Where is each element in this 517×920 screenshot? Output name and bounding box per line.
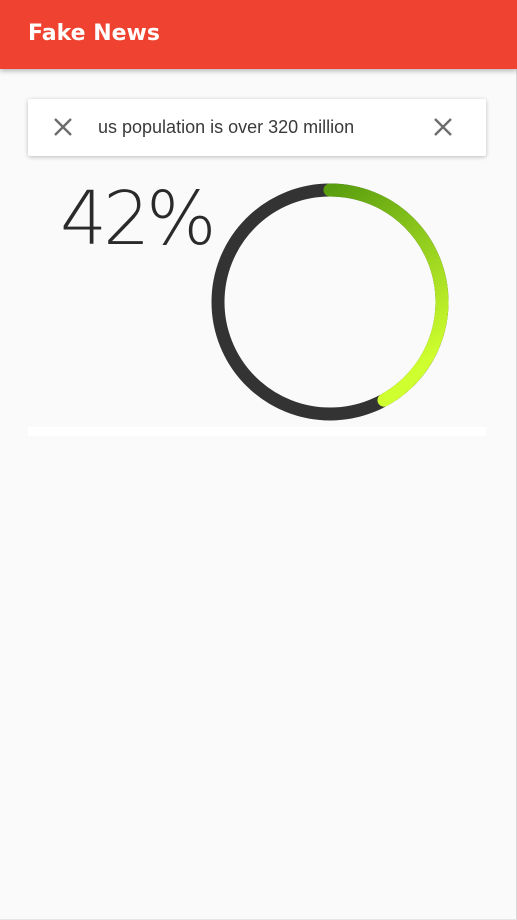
search-query-text[interactable]: us population is over 320 million xyxy=(98,99,418,156)
probability-gauge xyxy=(211,183,449,421)
app-title: Fake News xyxy=(28,21,160,46)
gauge-fill xyxy=(323,183,449,407)
result-divider xyxy=(28,427,486,436)
clear-search-icon[interactable] xyxy=(429,113,457,141)
app-bar: Fake News xyxy=(0,0,517,69)
result-percentage: 42% xyxy=(60,176,216,262)
search-card: us population is over 320 million xyxy=(28,99,486,156)
close-icon[interactable] xyxy=(49,113,77,141)
